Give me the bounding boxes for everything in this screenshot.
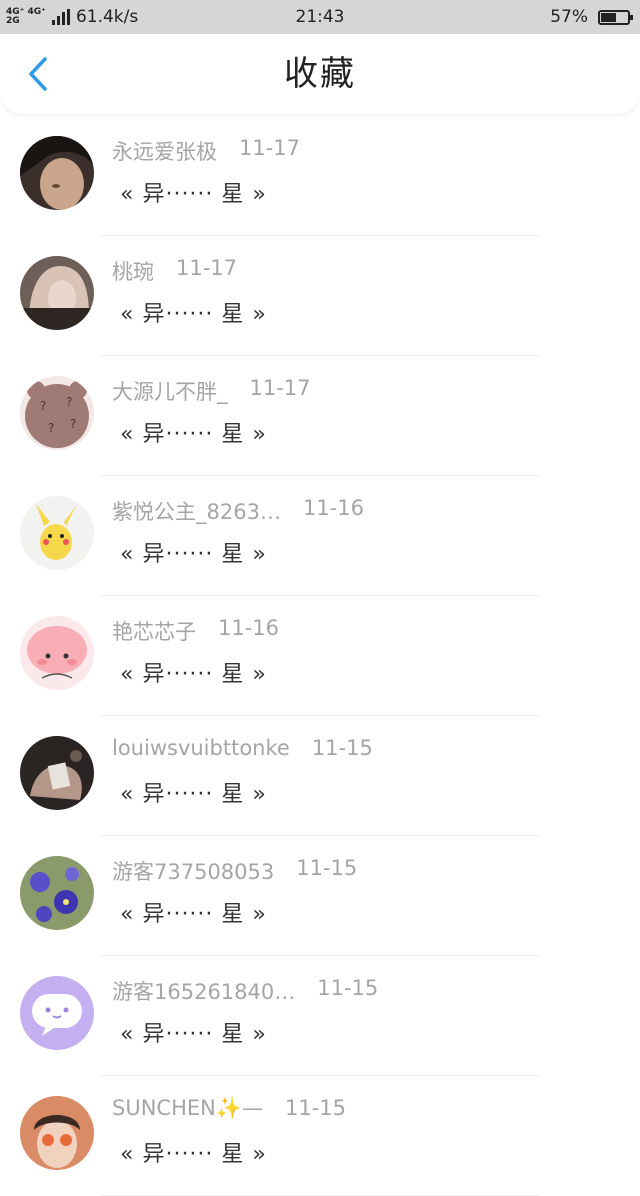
item-meta: 艳芯芯子 11-16 [112, 616, 279, 646]
story-title[interactable]: « 异······ 星 » [120, 296, 267, 328]
item-meta: 大源儿不胖_ 11-17 [112, 376, 311, 406]
story-title[interactable]: « 异······ 星 » [120, 176, 267, 208]
svg-text:?: ? [70, 417, 76, 431]
page-title: 收藏 [284, 54, 356, 94]
avatar[interactable] [20, 736, 94, 810]
list-item[interactable]: 艳芯芯子 11-16 « 异······ 星 » [0, 596, 640, 716]
list-item[interactable]: 紫悦公主_8263… 11-16 « 异······ 星 » [0, 476, 640, 596]
item-date: 11-15 [317, 976, 379, 1000]
svg-text:?: ? [48, 421, 54, 435]
item-meta: SUNCHEN✨— 11-15 [112, 1096, 346, 1121]
avatar[interactable] [20, 136, 94, 210]
avatar[interactable] [20, 856, 94, 930]
user-nickname[interactable]: 紫悦公主_8263… [112, 496, 281, 526]
story-title[interactable]: « 异······ 星 » [120, 536, 267, 568]
item-date: 11-15 [311, 736, 373, 760]
user-nickname[interactable]: 永远爱张极 [112, 136, 217, 166]
avatar[interactable] [20, 616, 94, 690]
item-date: 11-16 [218, 616, 280, 640]
story-title[interactable]: « 异······ 星 » [120, 776, 267, 808]
item-date: 11-17 [239, 136, 301, 160]
story-title[interactable]: « 异······ 星 » [120, 416, 267, 448]
favorites-list: 永远爱张极 11-17 « 异······ 星 » 桃琬 11-17 « 异······ … [0, 116, 640, 1196]
battery-percent: 57% [550, 7, 588, 27]
avatar[interactable] [20, 976, 94, 1050]
item-meta: 桃琬 11-17 [112, 256, 237, 286]
user-nickname[interactable]: 游客165261840… [112, 976, 295, 1006]
status-time: 21:43 [295, 7, 345, 27]
list-item[interactable]: 桃琬 11-17 « 异······ 星 » [0, 236, 640, 356]
item-date: 11-15 [296, 856, 358, 880]
avatar[interactable]: ???? [20, 376, 94, 450]
user-nickname[interactable]: SUNCHEN✨— [112, 1096, 263, 1121]
story-title[interactable]: « 异······ 星 » [120, 656, 267, 688]
user-nickname[interactable]: 大源儿不胖_ [112, 376, 228, 406]
item-meta: louiwsvuibttonke 11-15 [112, 736, 373, 760]
item-meta: 紫悦公主_8263… 11-16 [112, 496, 364, 526]
list-item[interactable]: SUNCHEN✨— 11-15 « 异······ 星 » [0, 1076, 640, 1196]
user-nickname[interactable]: louiwsvuibttonke [112, 736, 290, 760]
item-date: 11-15 [285, 1096, 347, 1120]
item-date: 11-17 [249, 376, 311, 400]
svg-text:?: ? [40, 399, 46, 413]
item-meta: 游客737508053 11-15 [112, 856, 357, 886]
list-item[interactable]: ???? 大源儿不胖_ 11-17 « 异······ 星 » [0, 356, 640, 476]
user-nickname[interactable]: 游客737508053 [112, 856, 274, 886]
svg-text:?: ? [66, 395, 72, 409]
header: 收藏 [0, 34, 640, 114]
list-item[interactable]: 永远爱张极 11-17 « 异······ 星 » [0, 116, 640, 236]
user-nickname[interactable]: 艳芯芯子 [112, 616, 196, 646]
battery-level [601, 12, 616, 22]
status-right: 57% [550, 0, 633, 34]
avatar[interactable] [20, 1096, 94, 1170]
item-date: 11-17 [176, 256, 238, 280]
story-title[interactable]: « 异······ 星 » [120, 1136, 267, 1168]
avatar[interactable] [20, 496, 94, 570]
list-item[interactable]: 游客165261840… 11-15 « 异······ 星 » [0, 956, 640, 1076]
story-title[interactable]: « 异······ 星 » [120, 1016, 267, 1048]
avatar[interactable] [20, 256, 94, 330]
item-meta: 永远爱张极 11-17 [112, 136, 300, 166]
item-date: 11-16 [302, 496, 364, 520]
list-item[interactable]: 游客737508053 11-15 « 异······ 星 » [0, 836, 640, 956]
list-item[interactable]: louiwsvuibttonke 11-15 « 异······ 星 » [0, 716, 640, 836]
user-nickname[interactable]: 桃琬 [112, 256, 154, 286]
status-bar: 4G⁺ 4G⁺ 2G 61.4k/s 21:43 57% [0, 0, 640, 34]
item-meta: 游客165261840… 11-15 [112, 976, 378, 1006]
story-title[interactable]: « 异······ 星 » [120, 896, 267, 928]
battery-icon [598, 9, 633, 25]
